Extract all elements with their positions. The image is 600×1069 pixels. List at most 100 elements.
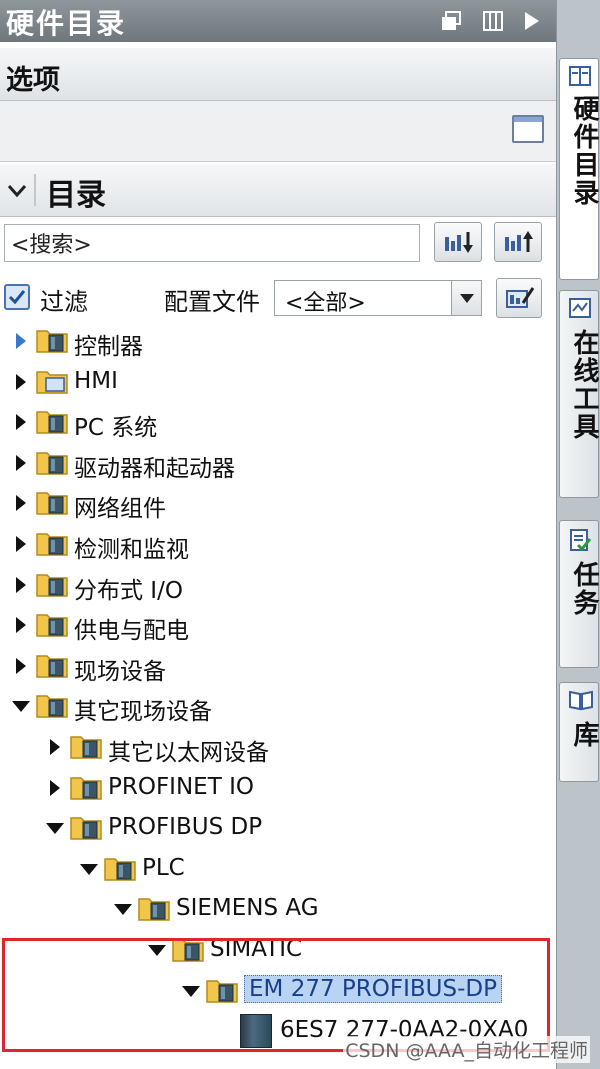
folder-icon — [36, 695, 68, 719]
options-label: 选项 — [6, 65, 60, 96]
tab-hardware-catalog-label: 硬件目录 — [569, 95, 599, 207]
dropdown-arrow-icon[interactable] — [451, 281, 481, 315]
search-down-button[interactable] — [434, 222, 482, 262]
folder-icon — [70, 776, 102, 800]
expand-arrow-icon[interactable] — [16, 414, 26, 431]
expand-arrow-icon[interactable] — [50, 739, 60, 755]
tree-item[interactable]: PC 系统 — [12, 403, 540, 441]
collapse-arrow-icon[interactable] — [12, 701, 30, 713]
tab-library[interactable]: 库 — [559, 682, 599, 782]
filter-label: 过滤 — [40, 288, 88, 316]
folder-icon — [36, 330, 68, 353]
check-icon — [8, 290, 26, 305]
tab-tasks[interactable]: 任务 — [559, 520, 599, 668]
tree-item[interactable]: 网络组件 — [12, 484, 540, 522]
filter-checkbox[interactable] — [4, 284, 30, 310]
tab-hardware-catalog[interactable]: 硬件目录 — [559, 58, 599, 280]
tree-item[interactable]: 其它以太网设备 — [46, 728, 540, 766]
profile-label: 配置文件 — [164, 288, 260, 316]
tree-item-label: SIEMENS AG — [176, 895, 319, 922]
tree-item[interactable]: 现场设备 — [12, 647, 540, 685]
search-up-button[interactable] — [494, 222, 542, 262]
tree-item-label: PROFINET IO — [108, 773, 254, 800]
tree-item-label: 其它以太网设备 — [108, 740, 269, 766]
tab-library-label: 库 — [569, 721, 599, 749]
title-bar: 硬件目录 — [0, 0, 556, 42]
search-input[interactable] — [4, 224, 420, 262]
folder-icon — [36, 411, 68, 434]
folder-icon — [70, 817, 102, 840]
tree-item-label: PROFIBUS DP — [108, 814, 263, 841]
split-view-icon[interactable] — [482, 10, 504, 32]
edit-profile-icon — [506, 287, 535, 308]
tab-online-tools[interactable]: 在线工具 — [559, 290, 599, 498]
window-layout-icon[interactable] — [512, 115, 544, 143]
side-tab-bar: 硬件目录 在线工具 任务 库 — [556, 0, 600, 1069]
collapse-arrow-icon[interactable] — [114, 904, 132, 916]
tab-online-tools-label: 在线工具 — [569, 329, 599, 441]
collapse-panel-icon[interactable] — [520, 10, 542, 32]
collapse-arrow-icon[interactable] — [46, 823, 64, 835]
chevron-down-icon[interactable] — [6, 180, 28, 202]
tree-item-label: 供电与配电 — [74, 618, 189, 645]
tasks-icon — [570, 529, 592, 552]
expand-arrow-icon[interactable] — [16, 333, 26, 349]
tab-tasks-label: 任务 — [569, 561, 599, 617]
tree-item[interactable]: PLC — [80, 850, 540, 888]
tree-item-label: HMI — [74, 367, 118, 394]
divider — [34, 174, 36, 206]
expand-arrow-icon[interactable] — [16, 576, 26, 593]
float-window-icon[interactable] — [440, 10, 462, 32]
search-up-icon — [505, 231, 533, 252]
folder-icon — [104, 858, 136, 881]
catalog-label: 目录 — [46, 178, 106, 213]
tree-item[interactable]: SIEMENS AG — [114, 890, 540, 928]
filter-row: 过滤 配置文件 <全部> — [0, 276, 556, 320]
tree-item[interactable]: 控制器 — [12, 322, 540, 360]
tree-item-label: PC 系统 — [74, 415, 158, 442]
tree-item-label: 网络组件 — [74, 496, 166, 523]
profile-settings-button[interactable] — [496, 278, 542, 318]
tree-item-label: 控制器 — [74, 334, 143, 360]
options-area — [0, 101, 556, 162]
tree-item-label: 驱动器和起动器 — [74, 455, 235, 482]
tree-item-label: 分布式 I/O — [74, 577, 183, 604]
tree-item-label: 其它现场设备 — [74, 699, 212, 726]
tree-item[interactable]: 供电与配电 — [12, 606, 540, 644]
tree-item[interactable]: 检测和监视 — [12, 525, 540, 563]
catalog-icon — [569, 66, 591, 86]
tree-item[interactable]: PROFINET IO — [46, 769, 540, 807]
profile-value: <全部> — [285, 291, 366, 316]
expand-arrow-icon[interactable] — [16, 495, 26, 512]
folder-icon — [36, 614, 68, 637]
folder-icon — [36, 533, 68, 556]
tree-item-label: PLC — [142, 854, 185, 881]
tree-item[interactable]: 分布式 I/O — [12, 566, 540, 604]
tree-item[interactable]: 其它现场设备 — [12, 687, 540, 725]
watermark: CSDN @AAA_自动化工程师 — [343, 1036, 590, 1063]
expand-arrow-icon[interactable] — [16, 454, 26, 471]
folder-icon — [70, 736, 102, 759]
tree-item-label: 检测和监视 — [74, 537, 189, 563]
expand-arrow-icon[interactable] — [16, 536, 26, 552]
catalog-header[interactable]: 目录 — [0, 164, 556, 217]
expand-arrow-icon[interactable] — [50, 779, 60, 796]
online-tools-icon — [569, 298, 591, 318]
options-header[interactable]: 选项 — [0, 48, 556, 101]
selection-highlight-box — [2, 938, 550, 1052]
tree-item-label: 现场设备 — [74, 658, 166, 685]
collapse-arrow-icon[interactable] — [80, 863, 98, 875]
folder-icon — [36, 492, 68, 516]
profile-select[interactable]: <全部> — [274, 280, 482, 316]
expand-arrow-icon[interactable] — [16, 373, 26, 390]
tree-item[interactable]: HMI — [12, 363, 540, 401]
folder-icon — [36, 573, 68, 597]
tree-item[interactable]: 驱动器和起动器 — [12, 444, 540, 482]
tree-item[interactable]: PROFIBUS DP — [46, 809, 540, 847]
hmi-folder-icon — [36, 370, 68, 394]
expand-arrow-icon[interactable] — [16, 617, 26, 634]
folder-icon — [36, 452, 68, 475]
folder-icon — [138, 898, 170, 922]
expand-arrow-icon[interactable] — [16, 657, 26, 674]
library-icon — [569, 690, 593, 711]
